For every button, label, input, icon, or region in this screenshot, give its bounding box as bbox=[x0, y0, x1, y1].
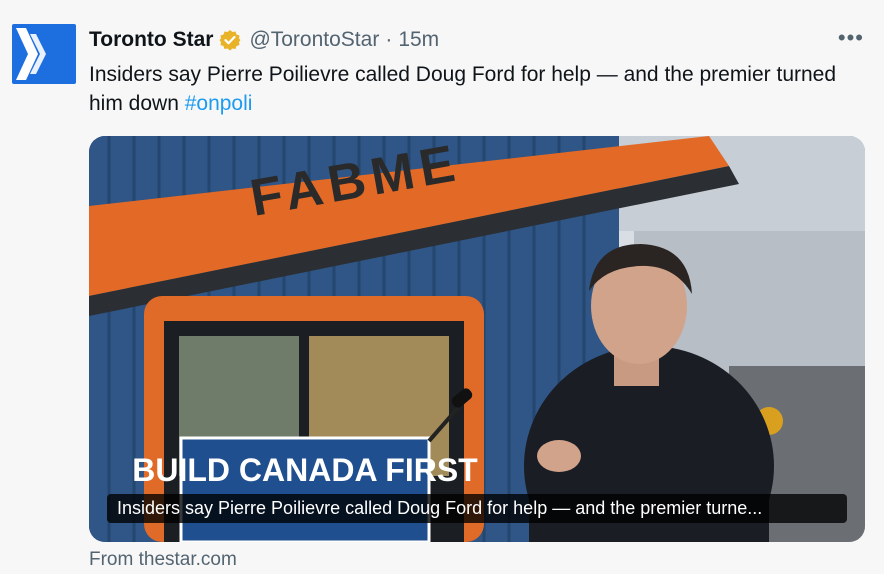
card-title: Insiders say Pierre Poilievre called Dou… bbox=[107, 494, 847, 523]
toronto-star-logo-icon bbox=[16, 28, 46, 80]
account-handle[interactable]: @TorontoStar bbox=[249, 28, 379, 52]
sign-text: BUILD CANADA FIRST bbox=[132, 452, 478, 488]
tweet-timestamp[interactable]: 15m bbox=[398, 28, 439, 52]
hashtag-link[interactable]: #onpoli bbox=[185, 92, 253, 115]
tweet-text: Insiders say Pierre Poilievre called Dou… bbox=[89, 60, 849, 118]
source-link[interactable]: From thestar.com bbox=[89, 549, 237, 571]
link-card[interactable]: BUILD CANADA FIRST FABME Insiders say Pi… bbox=[89, 136, 865, 542]
verified-badge-icon[interactable] bbox=[219, 29, 241, 51]
avatar[interactable] bbox=[12, 24, 76, 84]
tweet-header: Toronto Star @TorontoStar · 15m bbox=[89, 26, 439, 54]
account-name[interactable]: Toronto Star bbox=[89, 28, 213, 52]
article-photo: BUILD CANADA FIRST FABME bbox=[89, 136, 865, 542]
tweet[interactable]: Toronto Star @TorontoStar · 15m ••• Insi… bbox=[0, 0, 884, 574]
separator-dot: · bbox=[385, 28, 393, 51]
more-options-button[interactable]: ••• bbox=[838, 27, 864, 49]
